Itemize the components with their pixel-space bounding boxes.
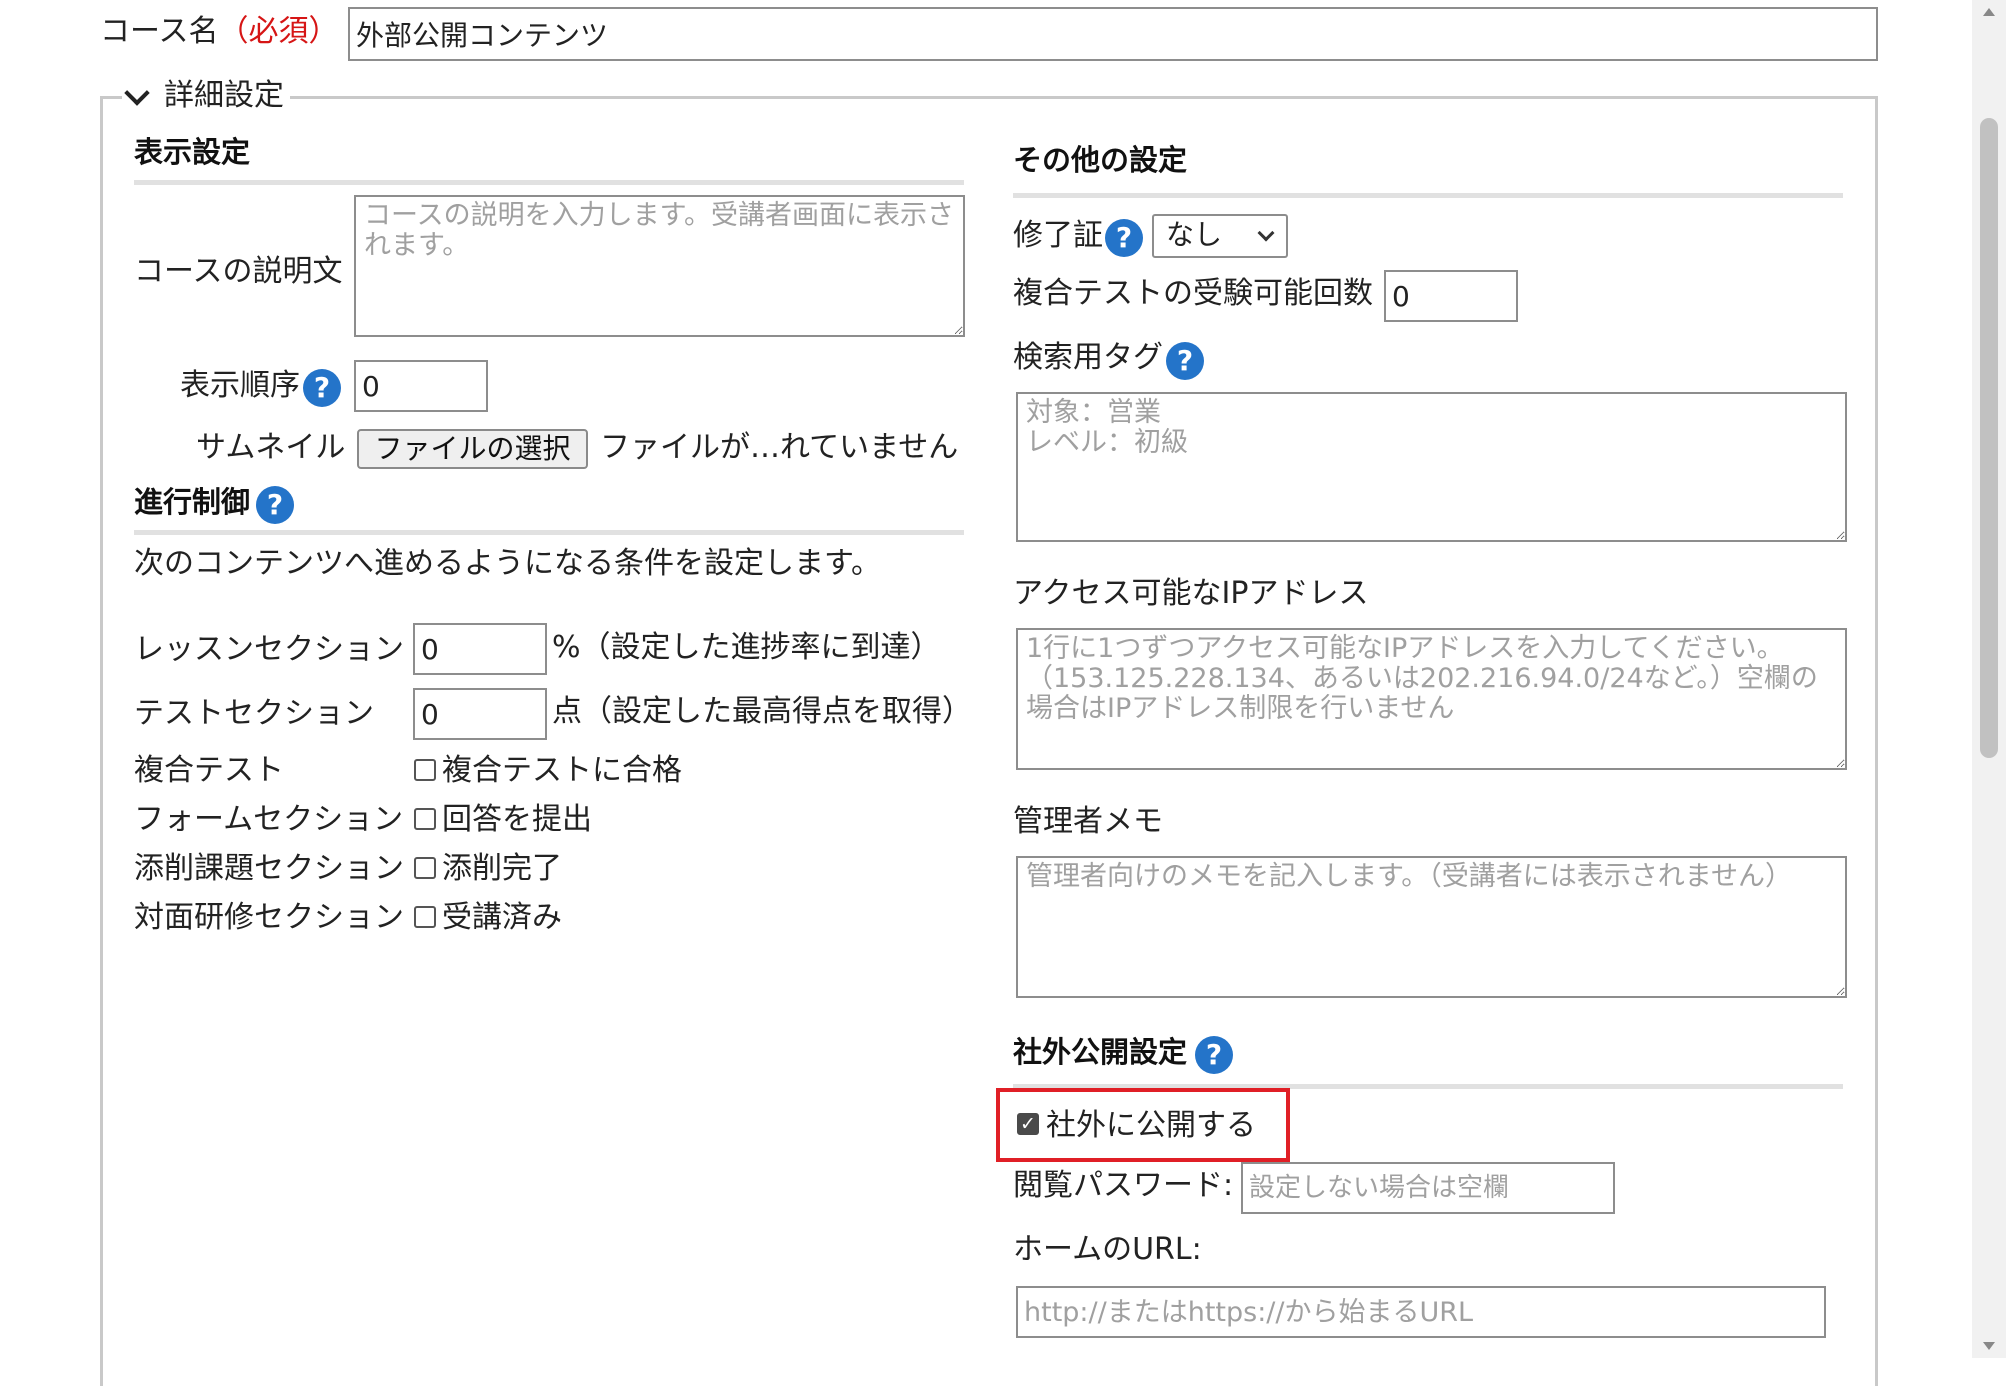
- test-section-label: テストセクション: [134, 696, 374, 731]
- details-legend-label: 詳細設定: [164, 78, 284, 113]
- search-tags-help-icon[interactable]: ?: [1166, 342, 1204, 380]
- ip-address-textarea[interactable]: [1016, 628, 1847, 770]
- form-submit-checkbox[interactable]: [414, 808, 436, 830]
- page-scrollbar[interactable]: [1972, 0, 2006, 1358]
- test-score-suffix: 点（設定した最高得点を取得）: [552, 694, 972, 729]
- test-score-input[interactable]: [413, 688, 547, 740]
- certificate-help-icon[interactable]: ?: [1105, 219, 1143, 257]
- admin-memo-label: 管理者メモ: [1013, 804, 1163, 839]
- composite-test-checkbox[interactable]: [414, 759, 436, 781]
- lesson-progress-suffix: %（設定した進捗率に到達）: [552, 630, 941, 665]
- progress-heading-divider: [134, 530, 964, 535]
- progress-help-icon[interactable]: ?: [256, 486, 294, 524]
- display-order-help-icon[interactable]: ?: [303, 369, 341, 407]
- face-to-face-attended-check-label: 受講済み: [442, 900, 562, 935]
- course-name-label: コース名（必須）: [100, 14, 339, 49]
- scroll-up-arrow-icon[interactable]: [1983, 8, 1995, 16]
- form-submit-check-label: 回答を提出: [442, 802, 592, 837]
- search-tags-label: 検索用タグ: [1013, 340, 1163, 375]
- composite-test-label: 複合テスト: [134, 753, 284, 788]
- composite-test-check-label: 複合テストに合格: [442, 753, 682, 788]
- scrollbar-thumb[interactable]: [1980, 118, 1998, 758]
- file-select-button[interactable]: ファイルの選択: [357, 429, 588, 469]
- other-heading-divider: [1013, 193, 1843, 198]
- certificate-select-value: なし: [1166, 218, 1223, 251]
- assignment-complete-check-label: 添削完了: [442, 851, 562, 886]
- thumbnail-label: サムネイル: [196, 430, 346, 465]
- description-label: コースの説明文: [134, 254, 343, 289]
- certificate-label: 修了証: [1013, 218, 1103, 253]
- form-section-label: フォームセクション: [134, 802, 404, 837]
- home-url-label: ホームのURL:: [1013, 1232, 1202, 1267]
- external-publish-help-icon[interactable]: ?: [1195, 1036, 1233, 1074]
- ip-address-label: アクセス可能なIPアドレス: [1013, 576, 1369, 611]
- progress-control-heading: 進行制御: [134, 485, 251, 519]
- course-name-input[interactable]: [348, 7, 1878, 61]
- other-settings-heading: その他の設定: [1013, 143, 1188, 177]
- publish-externally-label: 社外に公開する: [1046, 1108, 1256, 1143]
- required-marker: （必須）: [218, 14, 339, 49]
- display-order-label: 表示順序: [180, 368, 300, 403]
- view-password-input[interactable]: [1241, 1162, 1615, 1214]
- assignment-complete-checkbox[interactable]: [414, 857, 436, 879]
- certificate-select[interactable]: なし: [1152, 214, 1288, 258]
- attempts-label: 複合テストの受験可能回数: [1013, 276, 1373, 311]
- assignment-section-label: 添削課題セクション: [134, 851, 404, 886]
- file-status-text: ファイルが…れていません: [600, 430, 959, 465]
- external-publish-heading: 社外公開設定: [1013, 1035, 1188, 1069]
- display-heading-divider: [134, 180, 964, 185]
- display-order-input[interactable]: [354, 360, 488, 412]
- chevron-down-icon: [1257, 224, 1275, 242]
- search-tags-textarea[interactable]: [1016, 392, 1847, 542]
- publish-externally-checkbox[interactable]: ✓: [1017, 1113, 1039, 1135]
- progress-intro-text: 次のコンテンツへ進めるようになる条件を設定します。: [134, 546, 881, 581]
- details-toggle[interactable]: 詳細設定: [122, 78, 290, 114]
- scroll-down-arrow-icon[interactable]: [1983, 1342, 1995, 1350]
- lesson-section-label: レッスンセクション: [134, 632, 404, 667]
- attempts-input[interactable]: [1384, 270, 1518, 322]
- view-password-label: 閲覧パスワード:: [1013, 1168, 1234, 1203]
- face-to-face-section-label: 対面研修セクション: [134, 900, 404, 935]
- description-textarea[interactable]: [354, 195, 965, 337]
- home-url-input[interactable]: [1016, 1286, 1826, 1338]
- face-to-face-attended-checkbox[interactable]: [414, 906, 436, 928]
- display-settings-heading: 表示設定: [134, 135, 251, 169]
- lesson-progress-input[interactable]: [413, 623, 547, 675]
- admin-memo-textarea[interactable]: [1016, 856, 1847, 998]
